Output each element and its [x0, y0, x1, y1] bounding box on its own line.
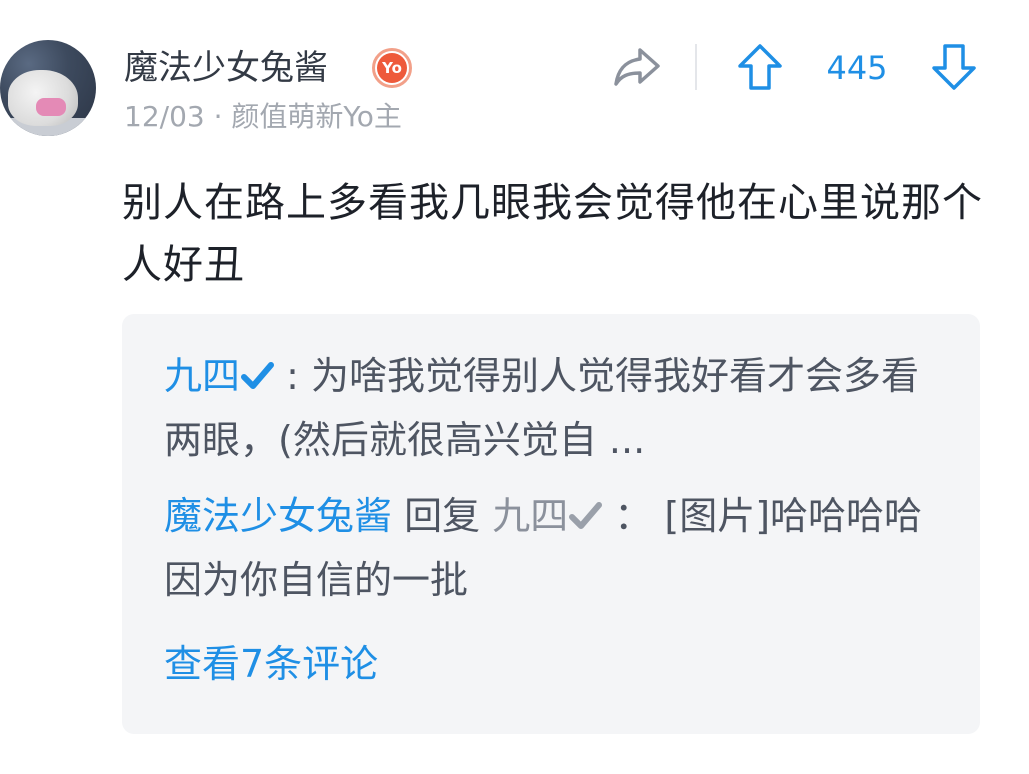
comments-preview[interactable]: 九四 : 为啥我觉得别人觉得我好看才会多看两眼，(然后就很高兴觉自 ... 魔法… [122, 314, 980, 734]
reply-word: 回复 [392, 494, 493, 538]
arrow-down-icon[interactable] [930, 42, 978, 92]
vote-count: 445 [826, 49, 888, 87]
post-content: 别人在路上多看我几眼我会觉得他在心里说那个人好丑 [122, 180, 983, 288]
reply-to-name[interactable]: 九四 [492, 494, 568, 538]
comment-author[interactable]: 九四 [164, 354, 240, 398]
toolbar-divider [695, 44, 697, 90]
comment-item[interactable]: 魔法少女兔酱 回复 九四 ： [图片]哈哈哈哈因为你自信的一批 [164, 484, 954, 612]
post-meta: 12/03 · 颜值萌新Yo主 [124, 100, 402, 133]
checkmark-icon [241, 362, 275, 389]
checkmark-icon [569, 502, 603, 529]
author-name[interactable]: 魔法少女兔酱 [124, 46, 328, 90]
avatar[interactable] [0, 40, 96, 136]
comment-separator: ： [602, 494, 665, 538]
comment-author[interactable]: 魔法少女兔酱 [164, 494, 392, 538]
comment-separator: : [274, 354, 311, 398]
avatar-pink-cloth [36, 98, 66, 116]
comment-item[interactable]: 九四 : 为啥我觉得别人觉得我好看才会多看两眼，(然后就很高兴觉自 ... [164, 344, 954, 472]
arrow-up-icon[interactable] [736, 42, 784, 92]
yo-badge-label: Yo [377, 53, 407, 83]
view-more-comments-link[interactable]: 查看7条评论 [164, 632, 378, 696]
yo-badge[interactable]: Yo [372, 48, 412, 88]
share-icon[interactable] [612, 44, 662, 90]
